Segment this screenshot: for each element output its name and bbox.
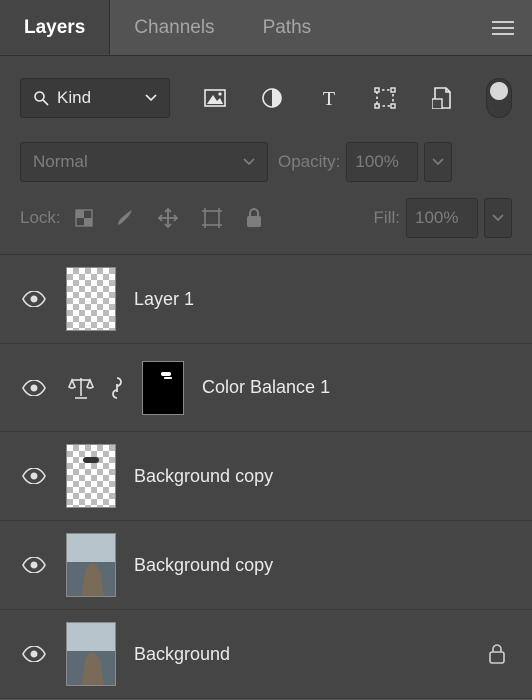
tab-paths[interactable]: Paths bbox=[239, 0, 336, 55]
lock-row: Lock: Fill: 100% bbox=[0, 192, 532, 255]
blend-row: Normal Opacity: 100% bbox=[0, 136, 532, 192]
layer-name[interactable]: Color Balance 1 bbox=[202, 377, 330, 398]
filter-type-icon[interactable]: T bbox=[316, 85, 342, 111]
filter-pixel-icon[interactable] bbox=[202, 85, 228, 111]
lock-position-icon[interactable] bbox=[157, 207, 179, 229]
chevron-down-icon bbox=[243, 158, 255, 166]
layer-row[interactable]: Background copy bbox=[0, 521, 532, 610]
filter-shape-icon[interactable] bbox=[372, 85, 398, 111]
lock-artboard-icon[interactable] bbox=[201, 207, 223, 229]
opacity-value: 100% bbox=[355, 152, 398, 172]
eye-icon bbox=[22, 646, 46, 662]
visibility-toggle[interactable] bbox=[20, 380, 48, 396]
layer-row[interactable]: Layer 1 bbox=[0, 255, 532, 344]
svg-text:T: T bbox=[322, 88, 334, 108]
filter-kind-label: Kind bbox=[57, 88, 91, 108]
layer-mask-thumbnail[interactable] bbox=[142, 361, 184, 415]
search-icon bbox=[33, 90, 49, 106]
panel-tabbar: Layers Channels Paths bbox=[0, 0, 532, 56]
tab-channels[interactable]: Channels bbox=[110, 0, 238, 55]
blend-mode-value: Normal bbox=[33, 152, 88, 172]
visibility-toggle[interactable] bbox=[20, 646, 48, 662]
layer-name[interactable]: Background bbox=[134, 644, 230, 665]
fill-value: 100% bbox=[415, 208, 458, 228]
visibility-toggle[interactable] bbox=[20, 291, 48, 307]
opacity-input[interactable]: 100% bbox=[346, 142, 418, 182]
fill-input[interactable]: 100% bbox=[406, 198, 478, 238]
lock-transparency-icon[interactable] bbox=[75, 209, 93, 227]
layer-name[interactable]: Layer 1 bbox=[134, 289, 194, 310]
opacity-dropdown-button[interactable] bbox=[424, 142, 452, 182]
lock-paint-icon[interactable] bbox=[115, 208, 135, 228]
layer-thumbnail[interactable] bbox=[66, 533, 116, 597]
visibility-toggle[interactable] bbox=[20, 557, 48, 573]
filter-smartobject-icon[interactable] bbox=[429, 85, 455, 111]
lock-label: Lock: bbox=[20, 208, 61, 228]
layer-thumbnail[interactable] bbox=[66, 444, 116, 508]
layers-list: Layer 1 Color Balance 1 bbox=[0, 255, 532, 699]
layer-filter-row: Kind T bbox=[0, 56, 532, 136]
eye-icon bbox=[22, 291, 46, 307]
filter-kind-select[interactable]: Kind bbox=[20, 78, 170, 118]
layer-thumbnail[interactable] bbox=[66, 622, 116, 686]
layer-name[interactable]: Background copy bbox=[134, 555, 273, 576]
lock-all-icon[interactable] bbox=[245, 208, 263, 228]
layers-panel-body: Kind T Normal bbox=[0, 56, 532, 699]
tab-layers[interactable]: Layers bbox=[0, 0, 110, 55]
layer-lock-icon[interactable] bbox=[488, 644, 512, 664]
chevron-down-icon bbox=[492, 214, 504, 222]
layer-name[interactable]: Background copy bbox=[134, 466, 273, 487]
visibility-toggle[interactable] bbox=[20, 468, 48, 484]
layer-thumbnail[interactable] bbox=[66, 267, 116, 331]
layer-row[interactable]: Background copy bbox=[0, 432, 532, 521]
mask-link-icon[interactable] bbox=[110, 376, 124, 400]
tab-label: Channels bbox=[134, 17, 214, 39]
eye-icon bbox=[22, 468, 46, 484]
blend-mode-select[interactable]: Normal bbox=[20, 142, 268, 182]
panel-menu-icon[interactable] bbox=[474, 21, 532, 35]
fill-dropdown-button[interactable] bbox=[484, 198, 512, 238]
color-balance-icon[interactable] bbox=[66, 376, 96, 400]
filter-toggle-switch[interactable] bbox=[486, 78, 512, 118]
filter-adjustment-icon[interactable] bbox=[259, 85, 285, 111]
tab-label: Paths bbox=[263, 17, 312, 39]
opacity-label: Opacity: bbox=[278, 152, 340, 172]
layer-row[interactable]: Color Balance 1 bbox=[0, 344, 532, 432]
chevron-down-icon bbox=[145, 94, 157, 102]
eye-icon bbox=[22, 380, 46, 396]
chevron-down-icon bbox=[432, 158, 444, 166]
eye-icon bbox=[22, 557, 46, 573]
tab-label: Layers bbox=[24, 17, 85, 39]
layer-row[interactable]: Background bbox=[0, 610, 532, 699]
fill-label: Fill: bbox=[374, 208, 400, 228]
filter-type-icons: T bbox=[192, 78, 512, 118]
